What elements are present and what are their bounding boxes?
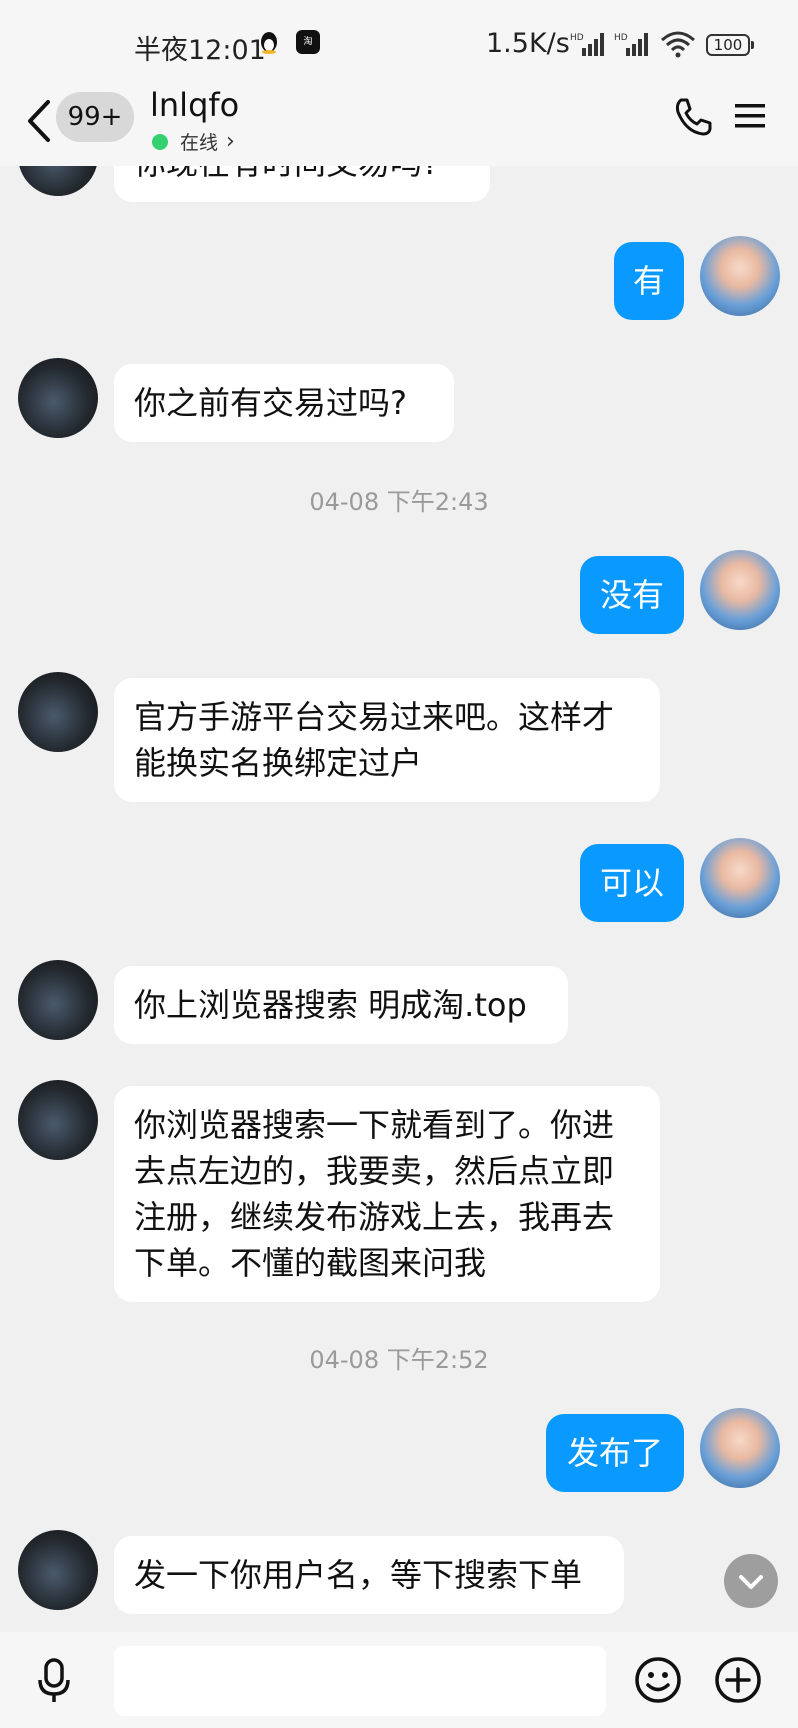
scroll-to-bottom-button[interactable]	[724, 1554, 778, 1608]
unread-count-badge[interactable]: 99+	[56, 92, 134, 142]
self-avatar[interactable]	[700, 1408, 780, 1488]
penguin-icon	[261, 32, 277, 54]
online-dot-icon	[152, 133, 168, 150]
message-timestamp: 04-08 下午2:43	[309, 488, 489, 516]
cellular-signal-icon: HD	[614, 33, 648, 56]
chevron-down-icon	[739, 1575, 763, 1589]
message-bubble-outgoing[interactable]: 没有	[580, 556, 684, 634]
message-bubble-outgoing[interactable]: 发布了	[546, 1414, 684, 1492]
wifi-icon	[661, 31, 695, 58]
message-timestamp: 04-08 下午2:52	[309, 1346, 489, 1374]
online-status-label: 在线	[180, 132, 219, 154]
status-bar: 半夜12:01 淘 1.5K/s HD HD 100	[0, 0, 798, 80]
friend-avatar[interactable]	[18, 1530, 98, 1610]
cellular-signal-icon: HD	[570, 33, 604, 56]
friend-avatar[interactable]	[18, 1080, 98, 1160]
message-bubble-incoming[interactable]: 官方手游平台交易过来吧。这样才 能换实名换绑定过户	[114, 678, 660, 802]
contact-name[interactable]: lnlqfo	[150, 86, 239, 124]
status-time: 半夜12:01	[134, 35, 266, 66]
chat-header: 99+ lnlqfo 在线 ›	[0, 80, 798, 166]
message-bubble-incoming[interactable]: 你之前有交易过吗?	[114, 364, 454, 442]
input-bar	[0, 1632, 798, 1728]
phone-call-button[interactable]	[672, 96, 714, 138]
message-input[interactable]	[114, 1646, 606, 1716]
signal-hd-label: HD	[570, 33, 584, 43]
message-list[interactable]: 你现在有时间交易吗? 有 你之前有交易过吗? 04-08 下午2:43 没有 官…	[0, 0, 798, 1632]
message-bubble-incoming[interactable]: 你上浏览器搜索 明成淘.top	[114, 966, 568, 1044]
message-bubble-incoming[interactable]: 你浏览器搜索一下就看到了。你进 去点左边的，我要卖，然后点立即 注册，继续发布游…	[114, 1086, 660, 1302]
message-bubble-incoming[interactable]: 发一下你用户名，等下搜索下单	[114, 1536, 624, 1614]
message-bubble-outgoing[interactable]: 可以	[580, 844, 684, 922]
friend-avatar[interactable]	[18, 960, 98, 1040]
friend-avatar[interactable]	[18, 672, 98, 752]
self-avatar[interactable]	[700, 550, 780, 630]
app-notification-icon: 淘	[296, 30, 320, 54]
signal-hd-label: HD	[614, 33, 628, 43]
online-status[interactable]: 在线 ›	[152, 128, 235, 155]
menu-button[interactable]	[732, 98, 768, 134]
self-avatar[interactable]	[700, 236, 780, 316]
self-avatar[interactable]	[700, 838, 780, 918]
chevron-right-icon: ›	[226, 129, 235, 154]
friend-avatar[interactable]	[18, 358, 98, 438]
more-options-button[interactable]	[714, 1656, 762, 1704]
battery-indicator: 100	[706, 34, 754, 56]
emoji-button[interactable]	[634, 1656, 682, 1704]
microphone-button[interactable]	[34, 1656, 74, 1704]
back-button[interactable]	[22, 94, 56, 148]
message-bubble-outgoing[interactable]: 有	[614, 242, 684, 320]
network-speed: 1.5K/s	[486, 28, 570, 59]
